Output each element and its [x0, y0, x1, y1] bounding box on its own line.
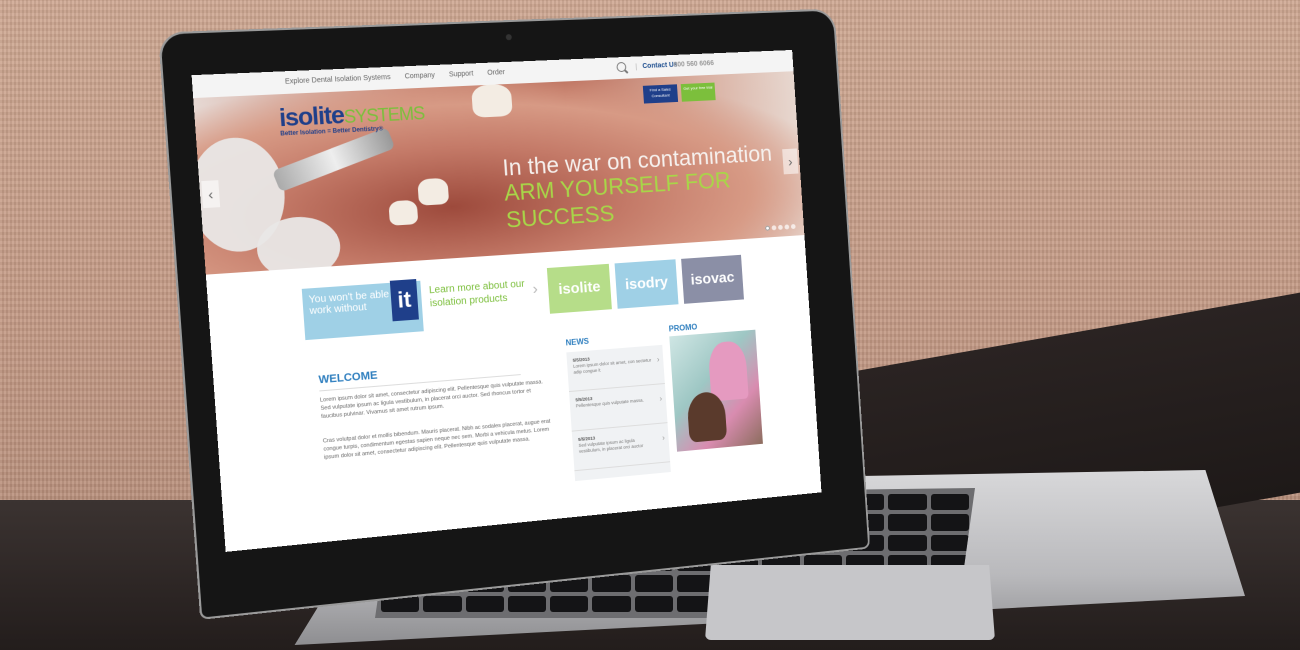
- keyboard-key: [381, 596, 419, 612]
- keyboard-key: [635, 575, 673, 591]
- news-title: NEWS: [565, 337, 589, 348]
- trackpad: [705, 565, 995, 640]
- keyboard-key: [423, 596, 461, 612]
- keyboard-key: [635, 596, 673, 612]
- nav-order[interactable]: Order: [487, 69, 505, 77]
- logo-systems: SYSTEMS: [343, 103, 425, 127]
- welcome-paragraph-2: Cras volutpat dolor et mollis bibendum. …: [323, 417, 555, 462]
- nav-support[interactable]: Support: [449, 70, 474, 78]
- it-badge: it: [390, 279, 419, 321]
- keyboard-key: [888, 514, 926, 530]
- welcome-paragraph-1: Lorem ipsum dolor sit amet, consectetur …: [320, 378, 552, 421]
- keyboard-key: [931, 535, 969, 551]
- news-list: 5/5/2013 Lorem ipsum dolor sit amet, con…: [566, 345, 670, 481]
- keyboard-key: [508, 596, 546, 612]
- chevron-right-icon: ›: [659, 396, 662, 402]
- news-item[interactable]: 5/5/2013 Sed vulputate ipsum ac ligula v…: [572, 423, 670, 471]
- keyboard-key: [888, 535, 926, 551]
- keyboard-key: [592, 575, 630, 591]
- product-isolite[interactable]: isolite: [547, 264, 612, 314]
- nav-company[interactable]: Company: [405, 72, 436, 80]
- nav-explore[interactable]: Explore Dental Isolation Systems: [285, 74, 391, 86]
- welcome-title: WELCOME: [318, 369, 378, 386]
- dentist-image: [708, 340, 749, 401]
- keyboard-key: [550, 596, 588, 612]
- free-trial-button[interactable]: Get your free trial: [681, 83, 716, 102]
- tooth-image-3: [388, 200, 418, 226]
- sales-consultant-button[interactable]: Find a Sales Consultant: [643, 84, 678, 103]
- keyboard-key: [888, 494, 926, 510]
- keyboard-key: [931, 514, 969, 530]
- slider-dot[interactable]: [765, 226, 770, 231]
- keyboard-key: [931, 494, 969, 510]
- product-isodry[interactable]: isodry: [615, 259, 679, 308]
- isolite-logo[interactable]: isoliteSYSTEMS Better Isolation = Better…: [278, 98, 424, 138]
- slider-dots: [765, 224, 796, 231]
- tooth-image-2: [417, 178, 449, 206]
- chevron-right-icon: ›: [532, 281, 538, 299]
- search-icon[interactable]: [616, 62, 626, 72]
- phone-number: 800 560 6066: [674, 60, 715, 69]
- learn-more-text[interactable]: Learn more about our isolation products: [429, 277, 530, 310]
- keyboard-key: [466, 596, 504, 612]
- slider-dot[interactable]: [778, 225, 783, 230]
- website-screen: Explore Dental Isolation Systems Company…: [192, 50, 822, 552]
- camera: [506, 34, 512, 40]
- slider-dot[interactable]: [791, 224, 796, 229]
- product-isovac[interactable]: isovac: [681, 255, 744, 304]
- contact-link[interactable]: Contact Us: [636, 62, 678, 71]
- nav-links: Explore Dental Isolation Systems Company…: [285, 69, 505, 86]
- keyboard-key: [592, 596, 630, 612]
- slider-prev-button[interactable]: ‹: [201, 180, 220, 208]
- slider-dot[interactable]: [772, 225, 777, 230]
- slider-dot[interactable]: [784, 224, 789, 229]
- tooth-image: [471, 84, 513, 118]
- chevron-right-icon: ›: [662, 435, 665, 441]
- promo-image[interactable]: [669, 330, 763, 452]
- chevron-right-icon: ›: [657, 357, 660, 363]
